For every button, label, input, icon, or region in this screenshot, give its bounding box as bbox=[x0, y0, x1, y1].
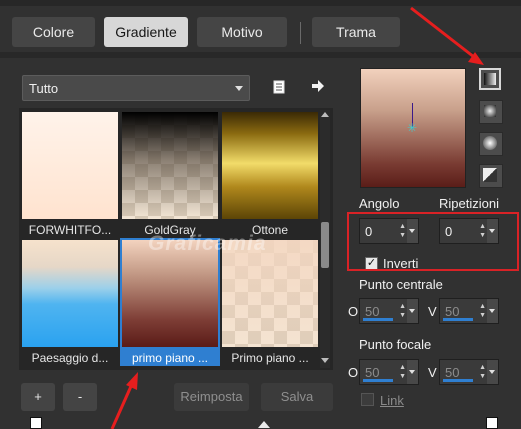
arrow-to-style-button bbox=[410, 6, 484, 65]
annotation-arrows bbox=[110, 6, 484, 429]
arrow-to-selected-tile bbox=[110, 372, 138, 429]
